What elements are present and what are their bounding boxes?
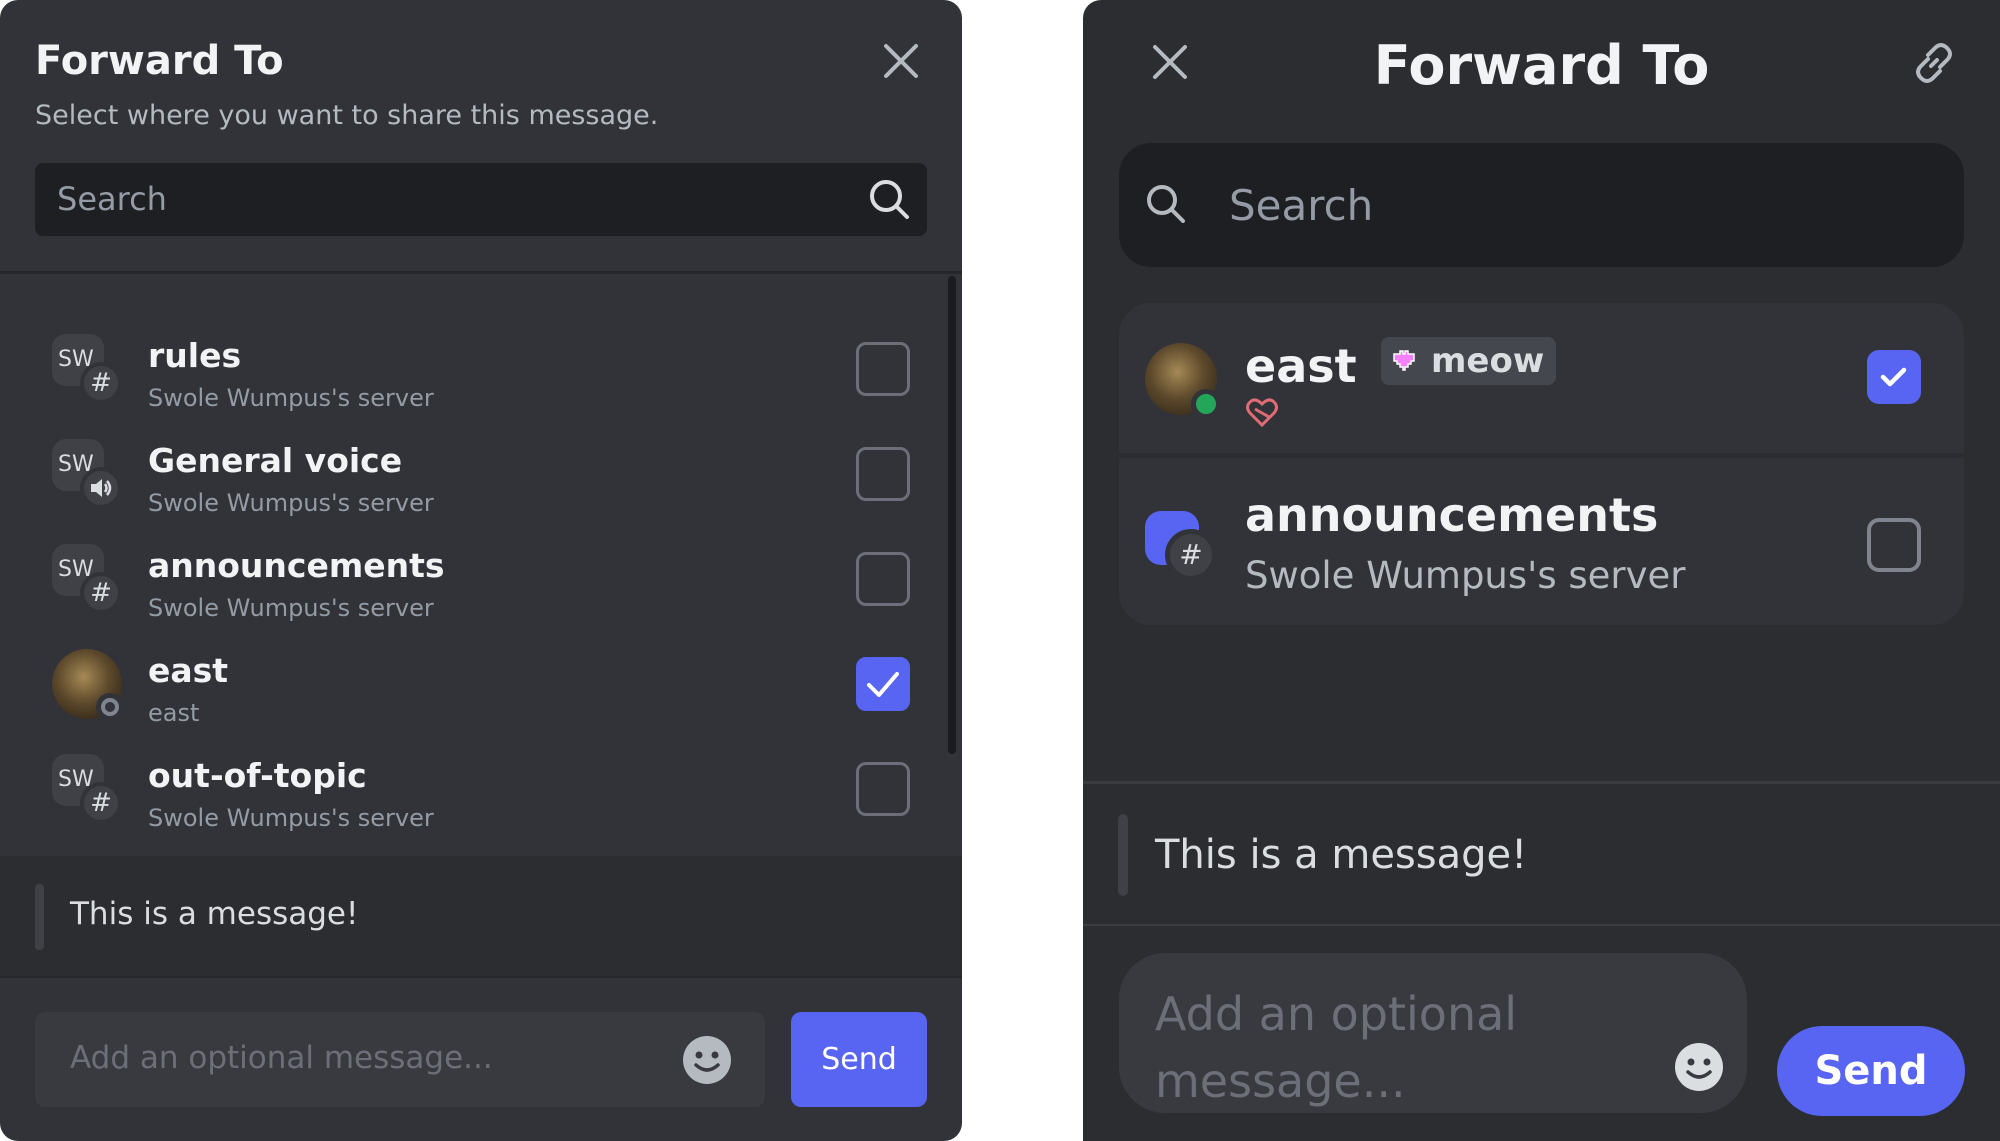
sheet-title: Forward To [1373, 34, 1710, 97]
channel-avatar: SW # [52, 334, 122, 404]
close-icon[interactable] [878, 38, 924, 84]
item-subtitle: Swole Wumpus's server [1245, 554, 1686, 597]
heart-icon [1245, 395, 1279, 429]
search-icon [1143, 181, 1189, 227]
divider [1083, 924, 2000, 926]
modal-title: Forward To [35, 38, 284, 84]
send-button[interactable]: Send [791, 1012, 927, 1107]
optional-message-input[interactable]: Add an optional message... [35, 1012, 765, 1107]
list-item[interactable]: SW # out-of-topic Swole Wumpus's server [0, 736, 940, 841]
mobile-forward-sheet: Forward To Search east meow # announceme… [1083, 0, 2000, 1141]
scrollbar[interactable] [948, 276, 956, 754]
send-button[interactable]: Send [1777, 1026, 1965, 1116]
destination-list: SW # rules Swole Wumpus's server SW Gene… [0, 274, 962, 856]
message-preview: This is a message! [0, 856, 962, 976]
item-subtitle: Swole Wumpus's server [148, 804, 434, 832]
hash-icon: # [80, 572, 122, 614]
optional-message-input[interactable]: Add an optional message... [1119, 953, 1747, 1113]
channel-avatar: # [1145, 503, 1233, 591]
checkbox[interactable] [1867, 518, 1921, 572]
item-name: announcements [148, 546, 445, 585]
search-input[interactable]: Search [35, 163, 927, 236]
item-name: east [1245, 339, 1357, 393]
message-text: This is a message! [70, 896, 359, 932]
item-subtitle: Swole Wumpus's server [148, 489, 434, 517]
input-placeholder: Add an optional message... [70, 1040, 493, 1076]
hash-icon: # [1165, 529, 1217, 581]
desktop-forward-modal: Forward To Select where you want to shar… [0, 0, 962, 1141]
item-name: announcements [1245, 488, 1659, 542]
quote-bar [1118, 814, 1128, 896]
item-subtitle: Swole Wumpus's server [148, 594, 434, 622]
speaker-icon [80, 467, 122, 509]
item-subtitle: east [148, 699, 200, 727]
emoji-icon[interactable] [681, 1034, 733, 1086]
list-item[interactable]: SW # rules Swole Wumpus's server [0, 316, 940, 421]
item-name: out-of-topic [148, 756, 367, 795]
list-item[interactable]: SW # announcements Swole Wumpus's server [0, 526, 940, 631]
user-tag-label: meow [1431, 341, 1545, 381]
checkbox[interactable] [856, 762, 910, 816]
checkbox-checked[interactable] [1867, 350, 1921, 404]
item-subtitle: Swole Wumpus's server [148, 384, 434, 412]
list-item[interactable]: SW General voice Swole Wumpus's server [0, 421, 940, 526]
checkmark-icon [867, 672, 899, 697]
checkbox-checked[interactable] [856, 657, 910, 711]
message-text: This is a message! [1155, 832, 1528, 878]
item-name: General voice [148, 441, 403, 480]
item-name: rules [148, 336, 242, 375]
checkbox[interactable] [856, 447, 910, 501]
search-icon [867, 177, 911, 221]
channel-avatar: SW # [52, 544, 122, 614]
pixel-heart-icon [1393, 350, 1415, 371]
emoji-icon[interactable] [1673, 1041, 1725, 1093]
list-item[interactable]: east meow [1119, 303, 1964, 453]
item-name: east [148, 651, 229, 690]
channel-avatar: SW # [52, 754, 122, 824]
checkbox[interactable] [856, 552, 910, 606]
list-item-partial[interactable] [0, 841, 940, 856]
checkbox[interactable] [856, 342, 910, 396]
offline-status-icon [96, 693, 124, 721]
online-status-icon [1191, 389, 1221, 419]
search-placeholder: Search [57, 180, 167, 218]
modal-subtitle: Select where you want to share this mess… [35, 100, 659, 131]
divider [0, 976, 962, 978]
hash-icon: # [80, 782, 122, 824]
search-input[interactable]: Search [1119, 143, 1964, 267]
message-preview: This is a message! [1083, 784, 2000, 924]
link-icon[interactable] [1909, 38, 1959, 88]
destination-list: east meow # announcements Swole Wumpus's… [1119, 303, 1964, 625]
checkmark-icon [1880, 367, 1907, 387]
input-placeholder: Add an optional message... [1155, 987, 1518, 1108]
user-tag: meow [1381, 337, 1557, 385]
channel-avatar: SW [52, 439, 122, 509]
list-item[interactable]: east east [0, 631, 940, 736]
quote-bar [35, 884, 44, 950]
hash-icon: # [80, 362, 122, 404]
user-avatar [52, 649, 124, 721]
list-item[interactable]: # announcements Swole Wumpus's server [1119, 458, 1964, 625]
search-placeholder: Search [1229, 181, 1374, 230]
